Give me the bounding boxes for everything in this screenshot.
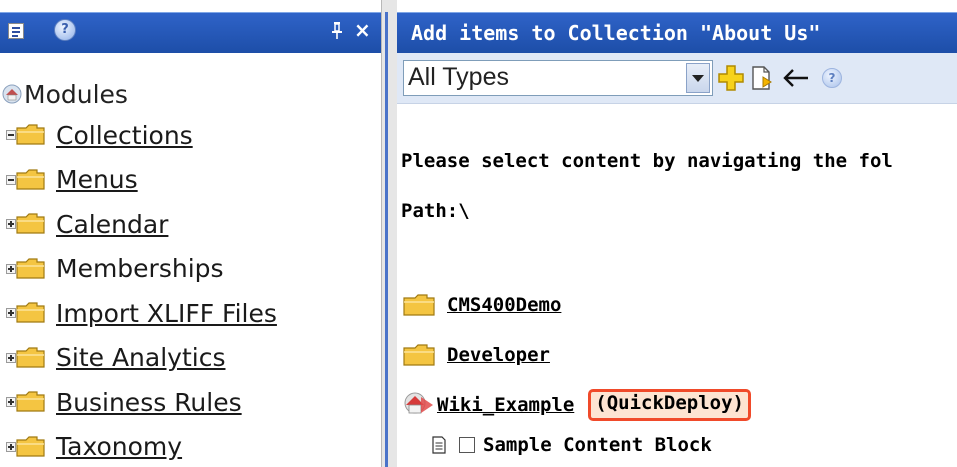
tree-item-business-rules[interactable]: Business Rules (6, 385, 242, 419)
folder-icon (16, 391, 46, 413)
wiki-row[interactable]: Wiki_Example (QuickDeploy) (403, 388, 751, 422)
tree-item-label[interactable]: Site Analytics (56, 343, 225, 372)
tree-item-label[interactable]: Collections (56, 121, 193, 150)
tree-item-collections[interactable]: Collections (6, 118, 193, 152)
wiki-label[interactable]: Wiki_Example (437, 394, 574, 416)
tree-item-label[interactable]: Taxonomy (56, 432, 182, 461)
collapse-minus-icon[interactable] (6, 130, 16, 140)
wiki-site-icon (403, 391, 435, 419)
content-checkbox[interactable] (459, 437, 475, 453)
expand-plus-icon[interactable] (6, 263, 16, 274)
modules-house-icon (2, 84, 22, 104)
folder-row-developer[interactable]: Developer (403, 338, 550, 372)
folder-row-cms400demo[interactable]: CMS400Demo (403, 288, 561, 322)
tree-item-calendar[interactable]: Calendar (6, 207, 168, 241)
tree-view-icon[interactable] (8, 23, 24, 39)
folder-icon (16, 124, 46, 146)
folder-icon (16, 257, 46, 280)
tree-root-label: Modules (24, 79, 128, 109)
folder-icon (16, 302, 46, 324)
quickdeploy-badge: (QuickDeploy) (588, 389, 751, 421)
help-icon[interactable]: ? (822, 68, 842, 88)
add-items-header: Add items to Collection "About Us" (397, 12, 957, 53)
document-icon (431, 436, 447, 454)
content-item-row[interactable]: Sample Content Block (431, 428, 712, 462)
tree-root-modules[interactable]: Modules (2, 78, 128, 110)
back-arrow-icon[interactable] (781, 64, 811, 92)
tree-item-label[interactable]: Calendar (56, 210, 168, 239)
pin-icon[interactable] (330, 21, 344, 43)
collapse-minus-icon[interactable] (6, 174, 16, 185)
splitter-bar[interactable] (385, 12, 388, 467)
toolbar: All Types ? (397, 53, 957, 104)
type-select-value: All Types (408, 63, 509, 91)
tree-item-label[interactable]: Business Rules (56, 388, 242, 417)
expand-plus-icon[interactable] (6, 219, 16, 229)
tree-item-label[interactable]: Import XLIFF Files (56, 299, 277, 328)
content-item-label[interactable]: Sample Content Block (483, 434, 712, 456)
add-icon[interactable] (717, 64, 745, 92)
chevron-down-icon[interactable] (686, 63, 710, 93)
folder-label[interactable]: CMS400Demo (447, 294, 561, 316)
folder-icon (16, 213, 46, 235)
folder-icon (16, 435, 46, 458)
expand-plus-icon[interactable] (6, 308, 16, 318)
close-icon[interactable]: × (354, 18, 371, 42)
tree-item-label[interactable]: Menus (56, 165, 138, 194)
type-select[interactable]: All Types (403, 60, 713, 96)
path-label: Path:\ (401, 200, 470, 222)
tree-item-label: Memberships (56, 254, 224, 283)
folder-icon (403, 343, 437, 367)
modules-panel: ? × Modules Collections Menus Calendar Memb… (0, 0, 381, 467)
pane-splitter[interactable] (381, 0, 398, 467)
tree-item-import-xliff-files[interactable]: Import XLIFF Files (6, 296, 277, 330)
expand-plus-icon[interactable] (6, 397, 16, 407)
new-content-icon[interactable] (749, 64, 777, 92)
tree-item-memberships[interactable]: Memberships (6, 252, 224, 286)
folder-icon (16, 168, 46, 191)
tree-item-taxonomy[interactable]: Taxonomy (6, 430, 182, 464)
folder-icon (16, 346, 46, 369)
add-items-panel: Add items to Collection "About Us" All T… (397, 0, 957, 467)
help-icon[interactable]: ? (54, 19, 76, 41)
expand-plus-icon[interactable] (6, 352, 16, 363)
folder-label[interactable]: Developer (447, 344, 550, 366)
panel-title: Add items to Collection "About Us" (411, 21, 821, 45)
expand-plus-icon[interactable] (6, 441, 16, 452)
tree-item-site-analytics[interactable]: Site Analytics (6, 341, 225, 375)
instruction-text: Please select content by navigating the … (401, 150, 893, 172)
modules-panel-header: ? × (0, 12, 381, 53)
folder-icon (403, 293, 437, 317)
tree-item-menus[interactable]: Menus (6, 163, 138, 197)
